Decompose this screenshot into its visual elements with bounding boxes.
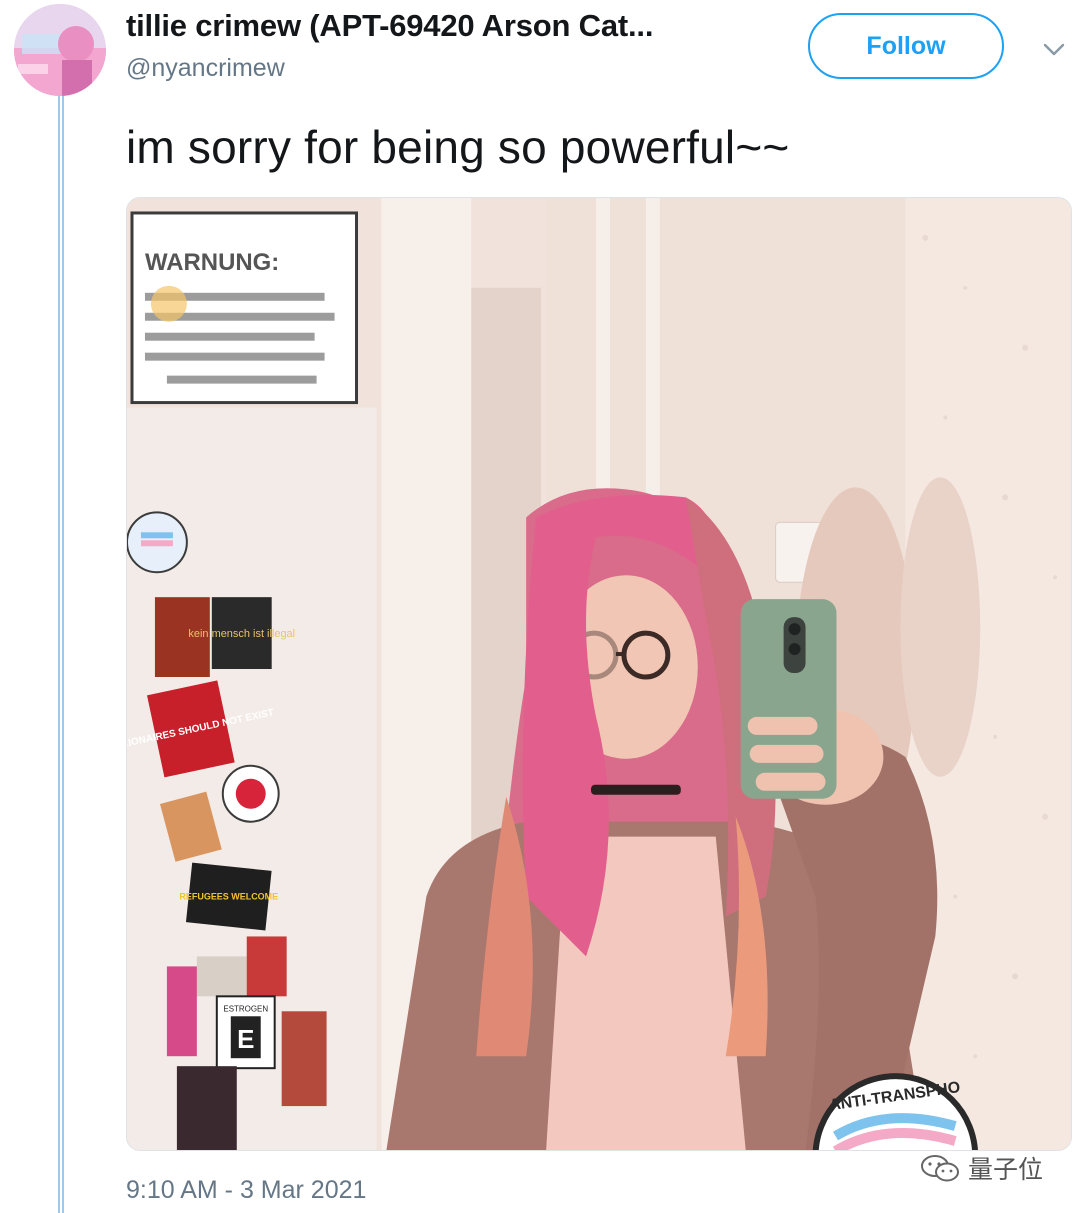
chevron-down-icon[interactable] bbox=[1040, 38, 1068, 60]
tweet-card: tillie crimew (APT-69420 Arson Cat... @n… bbox=[0, 0, 1080, 1213]
sign-heading: WARNUNG: bbox=[145, 249, 279, 276]
sticker-refugees: REFUGEES WELCOME bbox=[179, 892, 278, 902]
user-handle[interactable]: @nyancrimew bbox=[126, 54, 285, 83]
watermark-text: 量子位 bbox=[968, 1155, 1044, 1184]
tweet-photo[interactable]: WARNUNG: kein mensch ist illegal BILLION… bbox=[126, 197, 1072, 1151]
avatar[interactable] bbox=[14, 4, 106, 96]
sticker-estrogen: ESTROGEN bbox=[223, 1004, 268, 1013]
follow-button[interactable]: Follow bbox=[808, 13, 1004, 79]
avatar-image bbox=[14, 4, 106, 96]
sticker-e-rating: E bbox=[237, 1026, 254, 1054]
tweet-text: im sorry for being so powerful~~ bbox=[126, 121, 790, 173]
sticker-kein-mensch: kein mensch ist illegal bbox=[188, 628, 295, 640]
display-name[interactable]: tillie crimew (APT-69420 Arson Cat... bbox=[126, 8, 718, 44]
tweet-timestamp[interactable]: 9:10 AM - 3 Mar 2021 bbox=[126, 1176, 366, 1205]
watermark: 量子位 bbox=[920, 1150, 1043, 1186]
wechat-icon bbox=[921, 1155, 959, 1182]
thread-line bbox=[58, 96, 64, 1213]
